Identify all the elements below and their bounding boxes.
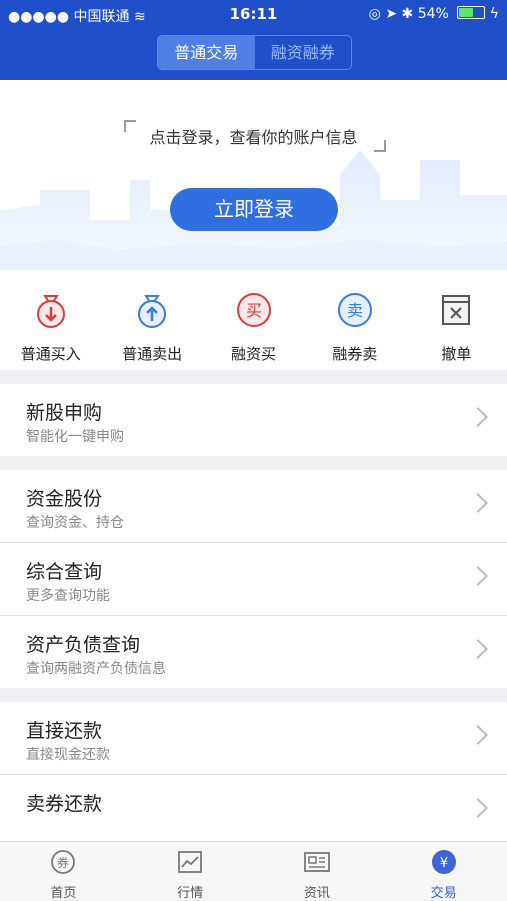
menu-item-title: 直接还款 (26, 720, 103, 742)
svg-text:卖: 卖 (347, 301, 363, 320)
menu-item-title: 资产负债查询 (26, 634, 141, 656)
menu-item-subtitle: 更多查询功能 (26, 588, 110, 604)
bracket-bottom-right (374, 140, 386, 152)
segment-normal-trade[interactable]: 普通交易 (158, 36, 255, 69)
chevron-right-icon (468, 566, 488, 586)
menu-item-subtitle: 智能化一键申购 (26, 429, 124, 445)
menu-item-sell-repay[interactable]: 卖券还款 (0, 775, 507, 847)
buy-bag-icon (36, 295, 65, 328)
menu-item-direct-repay[interactable]: 直接还款 直接现金还款 (0, 702, 507, 775)
menu-item-asset-liability[interactable]: 资产负债查询 查询两融资产负债信息 (0, 616, 507, 688)
chevron-right-icon (468, 639, 488, 659)
svg-text:买: 买 (246, 301, 262, 320)
chevron-right-icon (468, 798, 488, 818)
menu-item-title: 资金股份 (26, 488, 103, 510)
menu-item-ipo-subscribe[interactable]: 新股申购 智能化一键申购 (0, 384, 507, 456)
menu-item-funds-holdings[interactable]: 资金股份 查询资金、持仓 (0, 470, 507, 543)
menu-item-subtitle: 直接现金还款 (26, 747, 110, 763)
action-label: 普通卖出 (122, 345, 183, 363)
menu-item-subtitle: 查询资金、持仓 (26, 515, 124, 531)
lock-rotation-icon: ◎ (368, 6, 381, 22)
menu-item-title: 新股申购 (26, 402, 103, 424)
chevron-right-icon (468, 493, 488, 513)
action-label: 普通买入 (20, 345, 81, 363)
trade-mode-segment: 普通交易 融资融券 (157, 35, 352, 70)
action-margin-buy[interactable]: 买 融资买 (203, 270, 304, 370)
margin-buy-icon: 买 (236, 293, 271, 327)
chevron-right-icon (468, 725, 488, 745)
tab-label: 首页 (50, 886, 77, 901)
action-label: 融资买 (231, 345, 277, 363)
action-short-sell[interactable]: 卖 融券卖 (304, 270, 405, 370)
tab-news[interactable]: 资讯 (254, 842, 381, 901)
tab-home[interactable]: 券 首页 (0, 842, 127, 901)
action-label: 撤单 (441, 345, 472, 363)
menu-item-general-query[interactable]: 综合查询 更多查询功能 (0, 543, 507, 616)
cancel-order-icon (442, 295, 471, 325)
action-label: 融券卖 (332, 345, 378, 363)
bluetooth-icon: ✱ (401, 6, 414, 22)
login-banner: 点击登录，查看你的账户信息 立即登录 (0, 80, 507, 270)
svg-text:¥: ¥ (439, 856, 447, 871)
svg-text:券: 券 (57, 855, 69, 870)
login-hint: 点击登录，查看你的账户信息 (149, 128, 358, 147)
tab-label: 交易 (430, 886, 457, 901)
action-cancel-order[interactable]: 撤单 (406, 270, 507, 370)
bottom-tab-bar: 券 首页 行情 资讯 ¥ 交易 (0, 841, 507, 901)
battery-icon (457, 6, 486, 19)
status-right: ◎ ➤ ✱ 54% ϟ (369, 6, 499, 22)
menu-group-ipo: 新股申购 智能化一键申购 (0, 384, 507, 456)
location-icon: ➤ (385, 6, 398, 22)
quick-actions: 普通买入 普通卖出 买 融资买 卖 融券卖 撤单 (0, 270, 507, 370)
menu-item-subtitle: 查询两融资产负债信息 (26, 661, 166, 677)
battery-percent: 54% (417, 6, 449, 22)
tab-label: 行情 (177, 886, 204, 901)
menu-group-query: 资金股份 查询资金、持仓 综合查询 更多查询功能 资产负债查询 查询两融资产负债… (0, 470, 507, 688)
segment-margin-trade[interactable]: 融资融券 (255, 36, 352, 69)
market-icon (178, 851, 203, 873)
action-normal-sell[interactable]: 普通卖出 (101, 270, 202, 370)
home-icon: 券 (51, 850, 76, 874)
menu-item-title: 卖券还款 (26, 793, 103, 815)
status-bar: ●●●●● 中国联通 ≋ 16:11 ◎ ➤ ✱ 54% ϟ (0, 0, 507, 28)
action-normal-buy[interactable]: 普通买入 (0, 270, 101, 370)
sell-bag-icon (138, 295, 167, 328)
charging-icon: ϟ (489, 6, 499, 22)
chevron-right-icon (468, 407, 488, 427)
top-header: ●●●●● 中国联通 ≋ 16:11 ◎ ➤ ✱ 54% ϟ 普通交易 融资融券 (0, 0, 507, 80)
menu-group-repay: 直接还款 直接现金还款 卖券还款 (0, 702, 507, 847)
tab-label: 资讯 (303, 886, 330, 901)
short-sell-icon: 卖 (337, 293, 372, 327)
trade-icon: ¥ (431, 850, 456, 874)
menu-item-title: 综合查询 (26, 561, 103, 583)
news-icon (303, 852, 330, 872)
tab-market[interactable]: 行情 (127, 842, 254, 901)
tab-trade[interactable]: ¥ 交易 (380, 842, 507, 901)
login-button[interactable]: 立即登录 (170, 188, 338, 231)
